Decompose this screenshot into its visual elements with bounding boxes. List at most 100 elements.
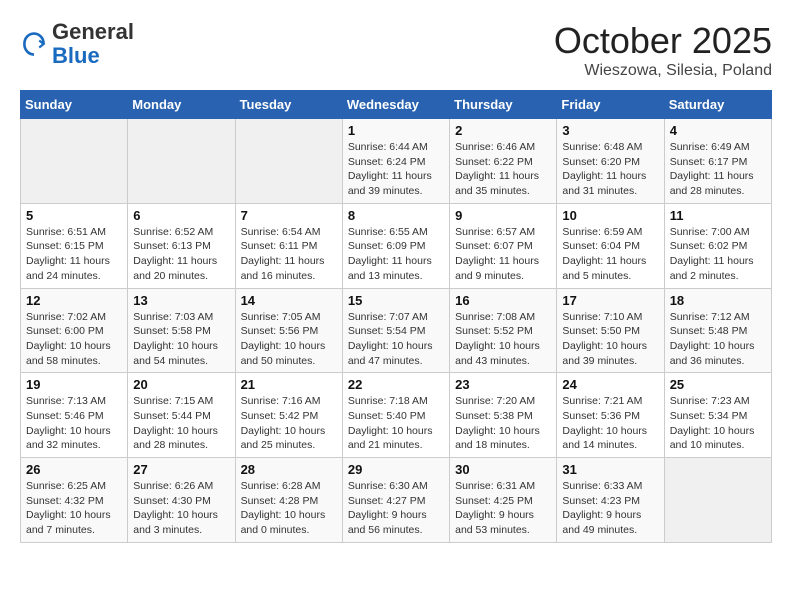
calendar-week-row: 19Sunrise: 7:13 AM Sunset: 5:46 PM Dayli… [21, 373, 772, 458]
day-of-week-header: Friday [557, 91, 664, 119]
day-of-week-header: Monday [128, 91, 235, 119]
day-of-week-header: Sunday [21, 91, 128, 119]
day-number: 24 [562, 377, 658, 392]
logo-icon [20, 30, 48, 58]
day-info: Sunrise: 7:15 AM Sunset: 5:44 PM Dayligh… [133, 394, 229, 453]
day-info: Sunrise: 6:44 AM Sunset: 6:24 PM Dayligh… [348, 140, 444, 199]
calendar-cell: 8 Sunrise: 6:55 AM Sunset: 6:09 PM Daylig… [342, 203, 449, 288]
day-number: 23 [455, 377, 551, 392]
day-info: Sunrise: 6:33 AM Sunset: 4:23 PM Dayligh… [562, 479, 658, 538]
day-info: Sunrise: 6:25 AM Sunset: 4:32 PM Dayligh… [26, 479, 122, 538]
calendar-cell: 17Sunrise: 7:10 AM Sunset: 5:50 PM Dayli… [557, 288, 664, 373]
day-info: Sunrise: 7:02 AM Sunset: 6:00 PM Dayligh… [26, 310, 122, 369]
day-number: 28 [241, 462, 337, 477]
day-info: Sunrise: 7:21 AM Sunset: 5:36 PM Dayligh… [562, 394, 658, 453]
day-info: Sunrise: 7:00 AM Sunset: 6:02 PM Dayligh… [670, 225, 766, 284]
day-info: Sunrise: 7:20 AM Sunset: 5:38 PM Dayligh… [455, 394, 551, 453]
day-number: 14 [241, 293, 337, 308]
calendar-cell: 31 Sunrise: 6:33 AM Sunset: 4:23 PM Dayli… [557, 458, 664, 543]
day-number: 16 [455, 293, 551, 308]
logo-text: GeneralBlue [52, 20, 134, 68]
day-info: Sunrise: 6:59 AM Sunset: 6:04 PM Dayligh… [562, 225, 658, 284]
calendar-cell: 5 Sunrise: 6:51 AM Sunset: 6:15 PM Daylig… [21, 203, 128, 288]
calendar-cell [664, 458, 771, 543]
calendar-cell: 19Sunrise: 7:13 AM Sunset: 5:46 PM Dayli… [21, 373, 128, 458]
day-of-week-header: Saturday [664, 91, 771, 119]
day-number: 10 [562, 208, 658, 223]
day-info: Sunrise: 6:49 AM Sunset: 6:17 PM Dayligh… [670, 140, 766, 199]
calendar-cell: 10 Sunrise: 6:59 AM Sunset: 6:04 PM Dayli… [557, 203, 664, 288]
day-number: 29 [348, 462, 444, 477]
day-of-week-header: Thursday [450, 91, 557, 119]
day-number: 25 [670, 377, 766, 392]
page-header: GeneralBlue October 2025 Wieszowa, Siles… [20, 20, 772, 80]
calendar-week-row: 1Sunrise: 6:44 AM Sunset: 6:24 PM Daylig… [21, 119, 772, 204]
day-info: Sunrise: 6:26 AM Sunset: 4:30 PM Dayligh… [133, 479, 229, 538]
calendar-cell: 25 Sunrise: 7:23 AM Sunset: 5:34 PM Dayli… [664, 373, 771, 458]
location-subtitle: Wieszowa, Silesia, Poland [554, 62, 772, 80]
day-info: Sunrise: 6:30 AM Sunset: 4:27 PM Dayligh… [348, 479, 444, 538]
day-info: Sunrise: 6:52 AM Sunset: 6:13 PM Dayligh… [133, 225, 229, 284]
day-number: 13 [133, 293, 229, 308]
day-number: 12 [26, 293, 122, 308]
day-info: Sunrise: 7:23 AM Sunset: 5:34 PM Dayligh… [670, 394, 766, 453]
day-number: 31 [562, 462, 658, 477]
calendar-cell: 29 Sunrise: 6:30 AM Sunset: 4:27 PM Dayli… [342, 458, 449, 543]
day-info: Sunrise: 7:10 AM Sunset: 5:50 PM Dayligh… [562, 310, 658, 369]
day-number: 27 [133, 462, 229, 477]
day-info: Sunrise: 7:07 AM Sunset: 5:54 PM Dayligh… [348, 310, 444, 369]
day-number: 22 [348, 377, 444, 392]
calendar-week-row: 12 Sunrise: 7:02 AM Sunset: 6:00 PM Dayli… [21, 288, 772, 373]
day-info: Sunrise: 6:55 AM Sunset: 6:09 PM Dayligh… [348, 225, 444, 284]
calendar-cell: 15 Sunrise: 7:07 AM Sunset: 5:54 PM Dayli… [342, 288, 449, 373]
day-info: Sunrise: 7:18 AM Sunset: 5:40 PM Dayligh… [348, 394, 444, 453]
day-number: 11 [670, 208, 766, 223]
calendar-cell: 30 Sunrise: 6:31 AM Sunset: 4:25 PM Dayli… [450, 458, 557, 543]
calendar-cell: 2 Sunrise: 6:46 AM Sunset: 6:22 PM Daylig… [450, 119, 557, 204]
calendar-cell: 14 Sunrise: 7:05 AM Sunset: 5:56 PM Dayli… [235, 288, 342, 373]
calendar-header-row: SundayMondayTuesdayWednesdayThursdayFrid… [21, 91, 772, 119]
day-number: 20 [133, 377, 229, 392]
calendar-cell: 28 Sunrise: 6:28 AM Sunset: 4:28 PM Dayli… [235, 458, 342, 543]
day-number: 15 [348, 293, 444, 308]
day-info: Sunrise: 7:05 AM Sunset: 5:56 PM Dayligh… [241, 310, 337, 369]
calendar-cell: 24 Sunrise: 7:21 AM Sunset: 5:36 PM Dayli… [557, 373, 664, 458]
day-number: 26 [26, 462, 122, 477]
calendar-week-row: 26 Sunrise: 6:25 AM Sunset: 4:32 PM Dayli… [21, 458, 772, 543]
logo: GeneralBlue [20, 20, 134, 68]
calendar-cell: 16 Sunrise: 7:08 AM Sunset: 5:52 PM Dayli… [450, 288, 557, 373]
day-info: Sunrise: 7:12 AM Sunset: 5:48 PM Dayligh… [670, 310, 766, 369]
calendar-cell: 22 Sunrise: 7:18 AM Sunset: 5:40 PM Dayli… [342, 373, 449, 458]
calendar-cell [21, 119, 128, 204]
day-info: Sunrise: 6:31 AM Sunset: 4:25 PM Dayligh… [455, 479, 551, 538]
calendar-cell: 9 Sunrise: 6:57 AM Sunset: 6:07 PM Daylig… [450, 203, 557, 288]
day-number: 9 [455, 208, 551, 223]
day-number: 30 [455, 462, 551, 477]
day-info: Sunrise: 6:28 AM Sunset: 4:28 PM Dayligh… [241, 479, 337, 538]
day-number: 5 [26, 208, 122, 223]
day-info: Sunrise: 7:16 AM Sunset: 5:42 PM Dayligh… [241, 394, 337, 453]
month-title: October 2025 [554, 20, 772, 62]
calendar-table: SundayMondayTuesdayWednesdayThursdayFrid… [20, 90, 772, 543]
day-info: Sunrise: 7:03 AM Sunset: 5:58 PM Dayligh… [133, 310, 229, 369]
calendar-cell: 27 Sunrise: 6:26 AM Sunset: 4:30 PM Dayli… [128, 458, 235, 543]
day-number: 4 [670, 123, 766, 138]
day-info: Sunrise: 6:46 AM Sunset: 6:22 PM Dayligh… [455, 140, 551, 199]
day-number: 7 [241, 208, 337, 223]
day-info: Sunrise: 6:57 AM Sunset: 6:07 PM Dayligh… [455, 225, 551, 284]
calendar-cell: 20 Sunrise: 7:15 AM Sunset: 5:44 PM Dayli… [128, 373, 235, 458]
day-number: 2 [455, 123, 551, 138]
day-info: Sunrise: 6:48 AM Sunset: 6:20 PM Dayligh… [562, 140, 658, 199]
calendar-cell: 11 Sunrise: 7:00 AM Sunset: 6:02 PM Dayli… [664, 203, 771, 288]
day-info: Sunrise: 6:51 AM Sunset: 6:15 PM Dayligh… [26, 225, 122, 284]
calendar-cell: 3Sunrise: 6:48 AM Sunset: 6:20 PM Daylig… [557, 119, 664, 204]
day-info: Sunrise: 7:08 AM Sunset: 5:52 PM Dayligh… [455, 310, 551, 369]
calendar-cell: 1Sunrise: 6:44 AM Sunset: 6:24 PM Daylig… [342, 119, 449, 204]
calendar-cell: 7 Sunrise: 6:54 AM Sunset: 6:11 PM Daylig… [235, 203, 342, 288]
day-of-week-header: Tuesday [235, 91, 342, 119]
title-block: October 2025 Wieszowa, Silesia, Poland [554, 20, 772, 80]
day-number: 8 [348, 208, 444, 223]
calendar-cell: 21Sunrise: 7:16 AM Sunset: 5:42 PM Dayli… [235, 373, 342, 458]
day-number: 18 [670, 293, 766, 308]
day-info: Sunrise: 6:54 AM Sunset: 6:11 PM Dayligh… [241, 225, 337, 284]
